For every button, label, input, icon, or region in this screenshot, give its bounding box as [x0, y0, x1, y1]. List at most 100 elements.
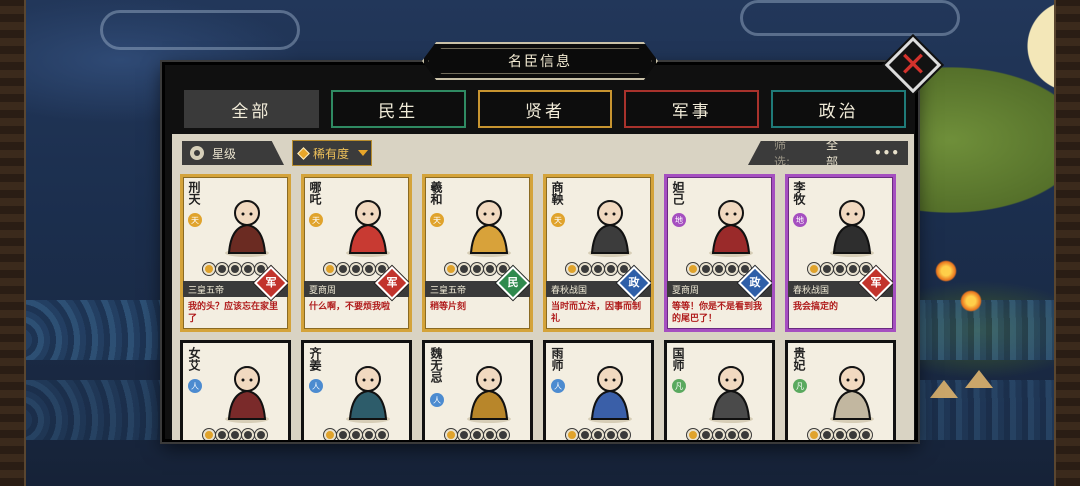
grade-badge: 凡 — [793, 379, 807, 393]
general-icon — [814, 183, 890, 259]
star-sort-button[interactable]: 星级 — [182, 141, 284, 165]
star-icon — [713, 429, 725, 440]
scholar-icon — [572, 183, 648, 259]
tab-minsheng[interactable]: 民生 — [330, 90, 466, 128]
star-icon — [363, 429, 375, 440]
star-icon — [739, 429, 751, 440]
star-icon — [847, 263, 859, 275]
star-icon — [566, 263, 578, 275]
minister-card[interactable]: 羲和天三皇五帝民稍等片刻 — [422, 174, 533, 332]
minister-card-list[interactable]: 刑天天三皇五帝军我的头？应该忘在家里了 哪吒天夏商周军什么啊，不要烦我啦 羲和天三皇… — [172, 174, 914, 440]
minister-name: 女艾 — [187, 347, 201, 371]
category-badge-text: 民 — [507, 276, 519, 289]
star-icon — [834, 429, 846, 440]
minister-name: 魏无忌 — [429, 347, 443, 383]
minister-quote: 当时而立法，因事而制礼 — [551, 302, 642, 324]
star-icon — [324, 429, 336, 440]
star-icon — [687, 429, 699, 440]
star-icon — [350, 429, 362, 440]
screen-filter-value: 全部 — [826, 138, 839, 169]
tab-junshi[interactable]: 军事 — [624, 90, 760, 128]
hut-icon — [930, 380, 958, 398]
minister-card[interactable]: 妲己地夏商周政等等！你是不是看到我的尾巴了！ — [664, 174, 775, 332]
minister-name: 齐姜 — [308, 347, 322, 371]
star-icon — [808, 263, 820, 275]
fox-lady-icon — [693, 183, 769, 259]
star-icon — [700, 429, 712, 440]
minister-card[interactable]: 齐姜人 — [301, 340, 412, 440]
right-border-frame — [1054, 0, 1080, 486]
diamond-icon — [297, 146, 310, 160]
star-icon — [497, 429, 509, 440]
category-badge-text: 军 — [870, 276, 882, 289]
star-icon — [726, 263, 738, 275]
minister-card[interactable]: 哪吒天夏商周军什么啊，不要烦我啦 — [301, 174, 412, 332]
more-options-icon[interactable]: ••• — [874, 146, 900, 160]
star-rating — [687, 263, 751, 275]
minister-name: 刑天 — [187, 181, 201, 205]
star-rating — [203, 263, 267, 275]
star-rating — [566, 263, 630, 275]
minister-card[interactable]: 刑天天三皇五帝军我的头？应该忘在家里了 — [180, 174, 291, 332]
panel-title-text: 名臣信息 — [508, 54, 572, 70]
tab-all[interactable]: 全部 — [184, 90, 319, 128]
close-icon: ✕ — [898, 45, 928, 85]
flower-icon — [190, 146, 204, 160]
star-icon — [324, 263, 336, 275]
screen-filter[interactable]: 筛选: 全部 ••• — [748, 141, 908, 165]
minister-card[interactable]: 贵妃凡 — [785, 340, 896, 440]
grade-badge: 天 — [188, 213, 202, 227]
minister-name: 哪吒 — [308, 181, 322, 205]
star-icon — [458, 263, 470, 275]
star-icon — [484, 263, 496, 275]
rarity-sort-button[interactable]: 稀有度 — [292, 140, 372, 166]
grade-badge: 人 — [309, 379, 323, 393]
star-sort-label: 星级 — [212, 146, 237, 161]
noble-lady-icon — [330, 349, 406, 425]
grade-badge: 地 — [672, 213, 686, 227]
star-icon — [458, 429, 470, 440]
star-icon — [579, 429, 591, 440]
cloud-decoration — [740, 0, 960, 36]
minister-card[interactable]: 女艾人 — [180, 340, 291, 440]
star-icon — [216, 263, 228, 275]
star-rating — [445, 429, 509, 440]
rain-master-icon — [572, 349, 648, 425]
star-icon — [255, 429, 267, 440]
star-rating — [324, 429, 388, 440]
tab-xianzhe[interactable]: 贤者 — [477, 90, 613, 128]
minister-card[interactable]: 魏无忌人 — [422, 340, 533, 440]
minister-name: 商鞅 — [550, 181, 564, 205]
minister-card[interactable]: 雨师人 — [543, 340, 654, 440]
star-icon — [337, 263, 349, 275]
minister-card[interactable]: 李牧地春秋战国军我会搞定的 — [785, 174, 896, 332]
star-icon — [242, 429, 254, 440]
star-icon — [229, 429, 241, 440]
grade-badge: 天 — [551, 213, 565, 227]
minister-name: 雨师 — [550, 347, 564, 371]
star-icon — [605, 263, 617, 275]
minister-grid: 刑天天三皇五帝军我的头？应该忘在家里了 哪吒天夏商周军什么啊，不要烦我啦 羲和天三皇… — [180, 174, 896, 440]
star-icon — [229, 263, 241, 275]
star-rating — [203, 429, 267, 440]
minister-name: 贵妃 — [792, 347, 806, 371]
star-icon — [337, 429, 349, 440]
minister-quote: 稍等片刻 — [430, 302, 467, 312]
star-icon — [350, 263, 362, 275]
star-icon — [713, 263, 725, 275]
star-icon — [592, 429, 604, 440]
star-icon — [445, 263, 457, 275]
minister-quote: 什么啊，不要烦我啦 — [309, 302, 391, 312]
close-button[interactable]: ✕ — [882, 34, 944, 96]
headless-warrior-icon — [209, 183, 285, 259]
cloud-decoration — [100, 10, 300, 50]
grade-badge: 人 — [430, 393, 444, 407]
star-icon — [808, 429, 820, 440]
grade-badge: 人 — [551, 379, 565, 393]
minister-card[interactable]: 商鞅天春秋战国政当时而立法，因事而制礼 — [543, 174, 654, 332]
minister-card[interactable]: 国师凡 — [664, 340, 775, 440]
star-icon — [363, 263, 375, 275]
star-icon — [821, 429, 833, 440]
star-rating — [808, 263, 872, 275]
star-icon — [579, 263, 591, 275]
